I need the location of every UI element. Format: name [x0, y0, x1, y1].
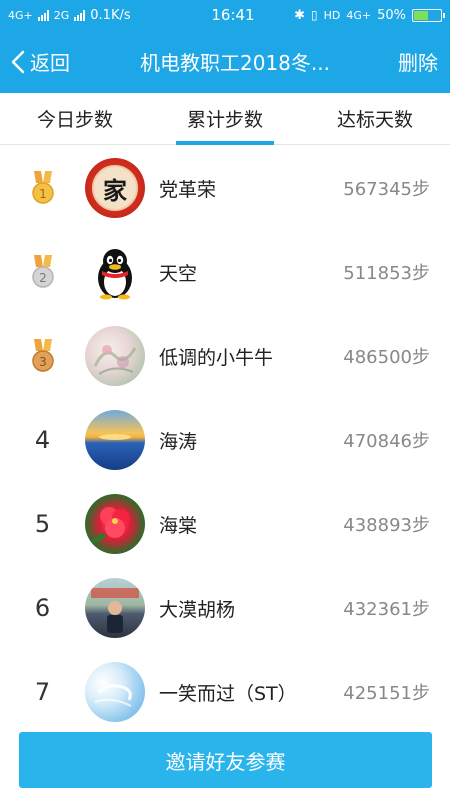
list-item[interactable]: 1 家 党革荣 567345步	[0, 146, 450, 230]
medal-rank: 2	[39, 271, 47, 285]
player-name: 大漠胡杨	[159, 598, 236, 621]
vibrate-icon: ▯	[310, 8, 318, 22]
step-count: 511853步	[343, 263, 430, 284]
page-title: 机电教职工2018冬...	[140, 51, 330, 75]
tab-bar: 今日步数 累计步数 达标天数	[0, 93, 450, 145]
rank-number: 7	[34, 678, 51, 706]
bronze-medal-icon: 3	[31, 339, 54, 372]
list-item[interactable]: 5 海棠 438893步	[0, 482, 450, 566]
network-type-2: 2G	[53, 8, 70, 22]
status-right: ✱ ▯ HD 4G+ 50%	[278, 7, 445, 23]
back-label: 返回	[30, 51, 70, 75]
leaderboard-list[interactable]: 1 家 党革荣 567345步 2 天空 511853步 3 低调的小牛牛 48…	[0, 146, 450, 730]
cloud-icon	[94, 684, 132, 707]
avatar: 家	[85, 158, 145, 218]
delete-button[interactable]: 删除	[380, 47, 450, 76]
player-name: 海棠	[159, 514, 198, 537]
back-button[interactable]: 返回	[0, 30, 90, 93]
tab-label: 今日步数	[36, 109, 113, 131]
tab-total-steps[interactable]: 累计步数	[150, 93, 300, 145]
rank-cell: 1	[0, 171, 85, 205]
step-count: 470846步	[343, 431, 430, 452]
medal-rank: 3	[39, 355, 47, 369]
step-count: 486500步	[343, 347, 430, 368]
avatar-text: 家	[92, 165, 138, 211]
list-item[interactable]: 2 天空 511853步	[0, 230, 450, 314]
player-name: 天空	[159, 262, 198, 285]
penguin-icon	[98, 249, 132, 300]
child-photo-icon	[91, 588, 139, 633]
network-type-3: 4G+	[346, 8, 372, 22]
battery-fill	[414, 10, 428, 20]
network-type-1: 4G+	[8, 8, 33, 22]
battery-percent: 50%	[377, 7, 406, 23]
battery-icon	[412, 8, 445, 22]
painting-icon	[93, 345, 137, 375]
network-speed: 0.1K/s	[90, 7, 131, 23]
player-name: 党革荣	[159, 178, 217, 201]
avatar	[85, 578, 145, 638]
player-name: 海涛	[159, 430, 198, 453]
flower-icon	[91, 507, 130, 543]
active-tab-indicator	[176, 141, 274, 145]
avatar	[85, 494, 145, 554]
medal-rank: 1	[39, 187, 47, 201]
chevron-left-icon	[11, 50, 25, 73]
invite-friends-button[interactable]: 邀请好友参赛	[19, 732, 432, 788]
rank-number: 6	[34, 594, 51, 622]
clock: 16:41	[211, 6, 255, 24]
silver-medal-icon: 2	[31, 255, 54, 288]
rank-cell: 3	[0, 339, 85, 373]
tab-label: 达标天数	[336, 109, 413, 131]
app-bar: 返回 机电教职工2018冬... 删除	[0, 30, 450, 93]
avatar	[85, 410, 145, 470]
signal-icon	[37, 9, 49, 21]
status-left: 4G+ 2G 0.1K/s	[8, 8, 188, 23]
sunset-icon	[99, 434, 131, 440]
tab-today-steps[interactable]: 今日步数	[0, 93, 150, 144]
avatar	[85, 242, 145, 302]
signal-icon-2	[74, 9, 86, 21]
step-count: 567345步	[343, 179, 430, 200]
step-count: 438893步	[343, 515, 430, 536]
list-item[interactable]: 3 低调的小牛牛 486500步	[0, 314, 450, 398]
step-count: 425151步	[343, 683, 430, 704]
player-name: 一笑而过（ST）	[159, 682, 297, 705]
hd-label: HD	[323, 8, 341, 22]
tab-goal-days[interactable]: 达标天数	[300, 93, 450, 144]
tab-label: 累计步数	[186, 109, 263, 131]
player-name: 低调的小牛牛	[159, 346, 274, 369]
gold-medal-icon: 1	[31, 171, 54, 204]
rank-cell: 2	[0, 255, 85, 289]
status-bar: 4G+ 2G 0.1K/s 16:41 ✱ ▯ HD 4G+ 50%	[0, 0, 450, 30]
list-item[interactable]: 4 海涛 470846步	[0, 398, 450, 482]
rank-number: 4	[34, 426, 51, 454]
rank-number: 5	[34, 510, 51, 538]
list-item[interactable]: 7 一笑而过（ST） 425151步	[0, 650, 450, 730]
step-count: 432361步	[343, 599, 430, 620]
avatar	[85, 326, 145, 386]
list-item[interactable]: 6 大漠胡杨 432361步	[0, 566, 450, 650]
avatar	[85, 662, 145, 722]
bluetooth-icon: ✱	[294, 7, 305, 23]
